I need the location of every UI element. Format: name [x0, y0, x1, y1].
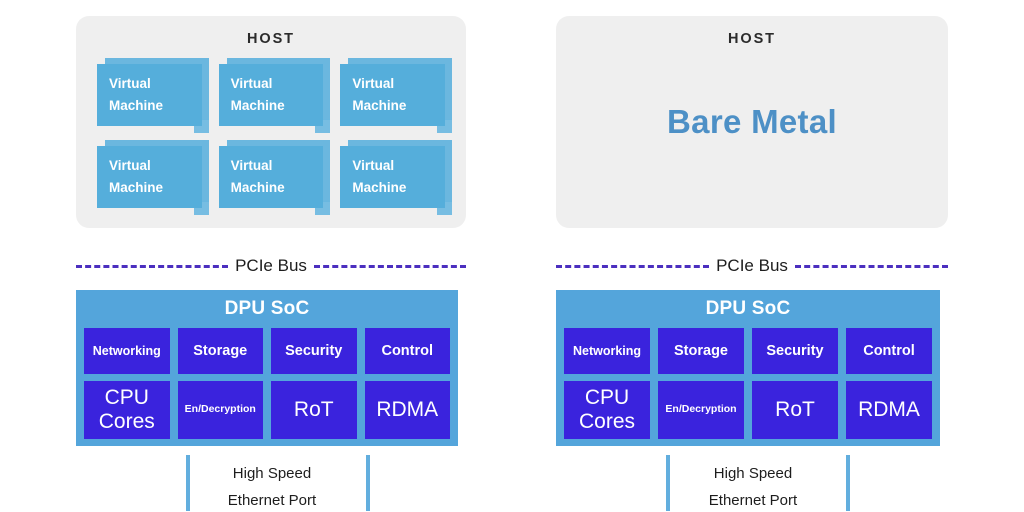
dpu-module-label: RoT	[293, 398, 334, 422]
dpu-module-label: Control	[381, 342, 434, 359]
virtual-machine-card[interactable]: Virtual Machine	[97, 58, 209, 133]
pcie-dash-right	[313, 264, 466, 268]
dpu-module-label: Security	[766, 342, 824, 359]
ethernet-label-line2: Ethernet Port	[227, 491, 317, 509]
ethernet-port-label: High Speed Ethernet Port	[556, 461, 940, 512]
vm-label-line2: Machine	[230, 98, 285, 113]
pcie-dash-left	[556, 264, 710, 268]
vm-label-line2: Machine	[352, 180, 407, 195]
dpu-module-label: Networking	[572, 344, 642, 358]
pcie-bus-label: PCIe Bus	[235, 256, 307, 275]
vm-label-line2: Machine	[230, 180, 285, 195]
dpu-module-control[interactable]: Control	[364, 328, 450, 374]
dpu-module-label: RDMA	[376, 398, 439, 422]
dpu-module-control[interactable]: Control	[846, 328, 932, 374]
dpu-module-cpu-cores[interactable]: CPU Cores	[564, 381, 650, 439]
virtual-machine-card[interactable]: Virtual Machine	[340, 58, 452, 133]
diagram-canvas: HOST Virtual Machine Virtual Machine Vir…	[0, 0, 1024, 512]
dpu-module-label: CPU Cores	[578, 386, 636, 433]
ethernet-port-label: High Speed Ethernet Port	[76, 461, 458, 512]
dpu-module-grid: Networking Storage Security Control CPU …	[76, 328, 458, 439]
dpu-module-rdma[interactable]: RDMA	[364, 381, 450, 439]
vm-label-line1: Virtual	[230, 158, 273, 174]
vm-card-front-layer: Virtual Machine	[218, 64, 324, 126]
dpu-module-label: RoT	[775, 398, 815, 422]
dpu-module-label: Storage	[193, 342, 248, 359]
vm-label-line1: Virtual	[109, 76, 151, 92]
vm-label-line1: Virtual	[352, 158, 395, 174]
dpu-module-label: En/Decryption	[184, 403, 256, 416]
dpu-module-label: Security	[285, 342, 343, 359]
vm-label-line1: Virtual	[230, 76, 273, 92]
ethernet-label-line1: High Speed	[232, 465, 312, 482]
dpu-module-label: CPU Cores	[98, 386, 155, 433]
dpu-module-label: Storage	[674, 342, 728, 359]
pcie-dash-right	[794, 264, 948, 268]
vm-card-front-layer: Virtual Machine	[97, 64, 202, 126]
virtual-machine-card[interactable]: Virtual Machine	[340, 140, 452, 215]
dpu-module-label: RDMA	[858, 398, 920, 422]
vm-card-front-layer: Virtual Machine	[97, 146, 202, 208]
dpu-module-rot[interactable]: RoT	[271, 381, 357, 439]
vm-label-line2: Machine	[352, 98, 407, 113]
dpu-module-storage[interactable]: Storage	[177, 328, 263, 374]
vm-label-line1: Virtual	[109, 158, 151, 174]
virtual-machine-card[interactable]: Virtual Machine	[97, 140, 209, 215]
dpu-module-networking[interactable]: Networking	[84, 328, 170, 374]
dpu-module-security[interactable]: Security	[752, 328, 838, 374]
vm-card-front-layer: Virtual Machine	[340, 146, 445, 208]
dpu-module-label: Control	[863, 342, 915, 359]
virtual-machine-grid: Virtual Machine Virtual Machine Virtual …	[76, 47, 466, 215]
dpu-soc-block: DPU SoC Networking Storage Security Cont…	[76, 290, 458, 446]
ethernet-label-line2: Ethernet Port	[708, 491, 798, 509]
dpu-module-cpu-cores[interactable]: CPU Cores	[84, 381, 170, 439]
dpu-module-label: En/Decryption	[665, 403, 737, 416]
virtual-machine-card[interactable]: Virtual Machine	[218, 58, 331, 133]
vm-label-line2: Machine	[109, 98, 164, 113]
pcie-bus-label: PCIe Bus	[716, 256, 788, 275]
column-bare-metal-host: HOST Bare Metal PCIe Bus DPU SoC Network…	[540, 0, 964, 512]
bare-metal-area: Bare Metal	[556, 47, 948, 197]
dpu-module-rdma[interactable]: RDMA	[846, 381, 932, 439]
host-title: HOST	[728, 31, 776, 47]
host-panel-virtualized: HOST Virtual Machine Virtual Machine Vir…	[76, 16, 466, 228]
virtual-machine-card[interactable]: Virtual Machine	[218, 140, 331, 215]
dpu-module-en-decryption[interactable]: En/Decryption	[177, 381, 263, 439]
dpu-module-security[interactable]: Security	[271, 328, 357, 374]
pcie-dash-left	[76, 264, 229, 268]
host-title: HOST	[247, 31, 295, 47]
pcie-bus-divider: PCIe Bus	[76, 253, 466, 279]
dpu-soc-block: DPU SoC Networking Storage Security Cont…	[556, 290, 940, 446]
vm-label-line1: Virtual	[352, 76, 395, 92]
bare-metal-label: Bare Metal	[667, 103, 837, 140]
vm-card-front-layer: Virtual Machine	[340, 64, 445, 126]
column-virtualized-host: HOST Virtual Machine Virtual Machine Vir…	[60, 0, 480, 512]
dpu-soc-title: DPU SoC	[224, 298, 310, 319]
dpu-module-networking[interactable]: Networking	[564, 328, 650, 374]
dpu-module-grid: Networking Storage Security Control CPU …	[556, 328, 940, 439]
dpu-soc-title: DPU SoC	[705, 298, 791, 319]
vm-card-front-layer: Virtual Machine	[218, 146, 324, 208]
ethernet-port-area: High Speed Ethernet Port	[76, 455, 458, 512]
host-panel-bare-metal: HOST Bare Metal	[556, 16, 948, 228]
ethernet-port-area: High Speed Ethernet Port	[556, 455, 940, 512]
pcie-bus-divider: PCIe Bus	[556, 253, 948, 279]
dpu-module-label: Networking	[92, 344, 161, 358]
vm-label-line2: Machine	[109, 180, 164, 195]
ethernet-label-line1: High Speed	[713, 465, 793, 482]
dpu-module-storage[interactable]: Storage	[658, 328, 744, 374]
dpu-module-en-decryption[interactable]: En/Decryption	[658, 381, 744, 439]
dpu-module-rot[interactable]: RoT	[752, 381, 838, 439]
